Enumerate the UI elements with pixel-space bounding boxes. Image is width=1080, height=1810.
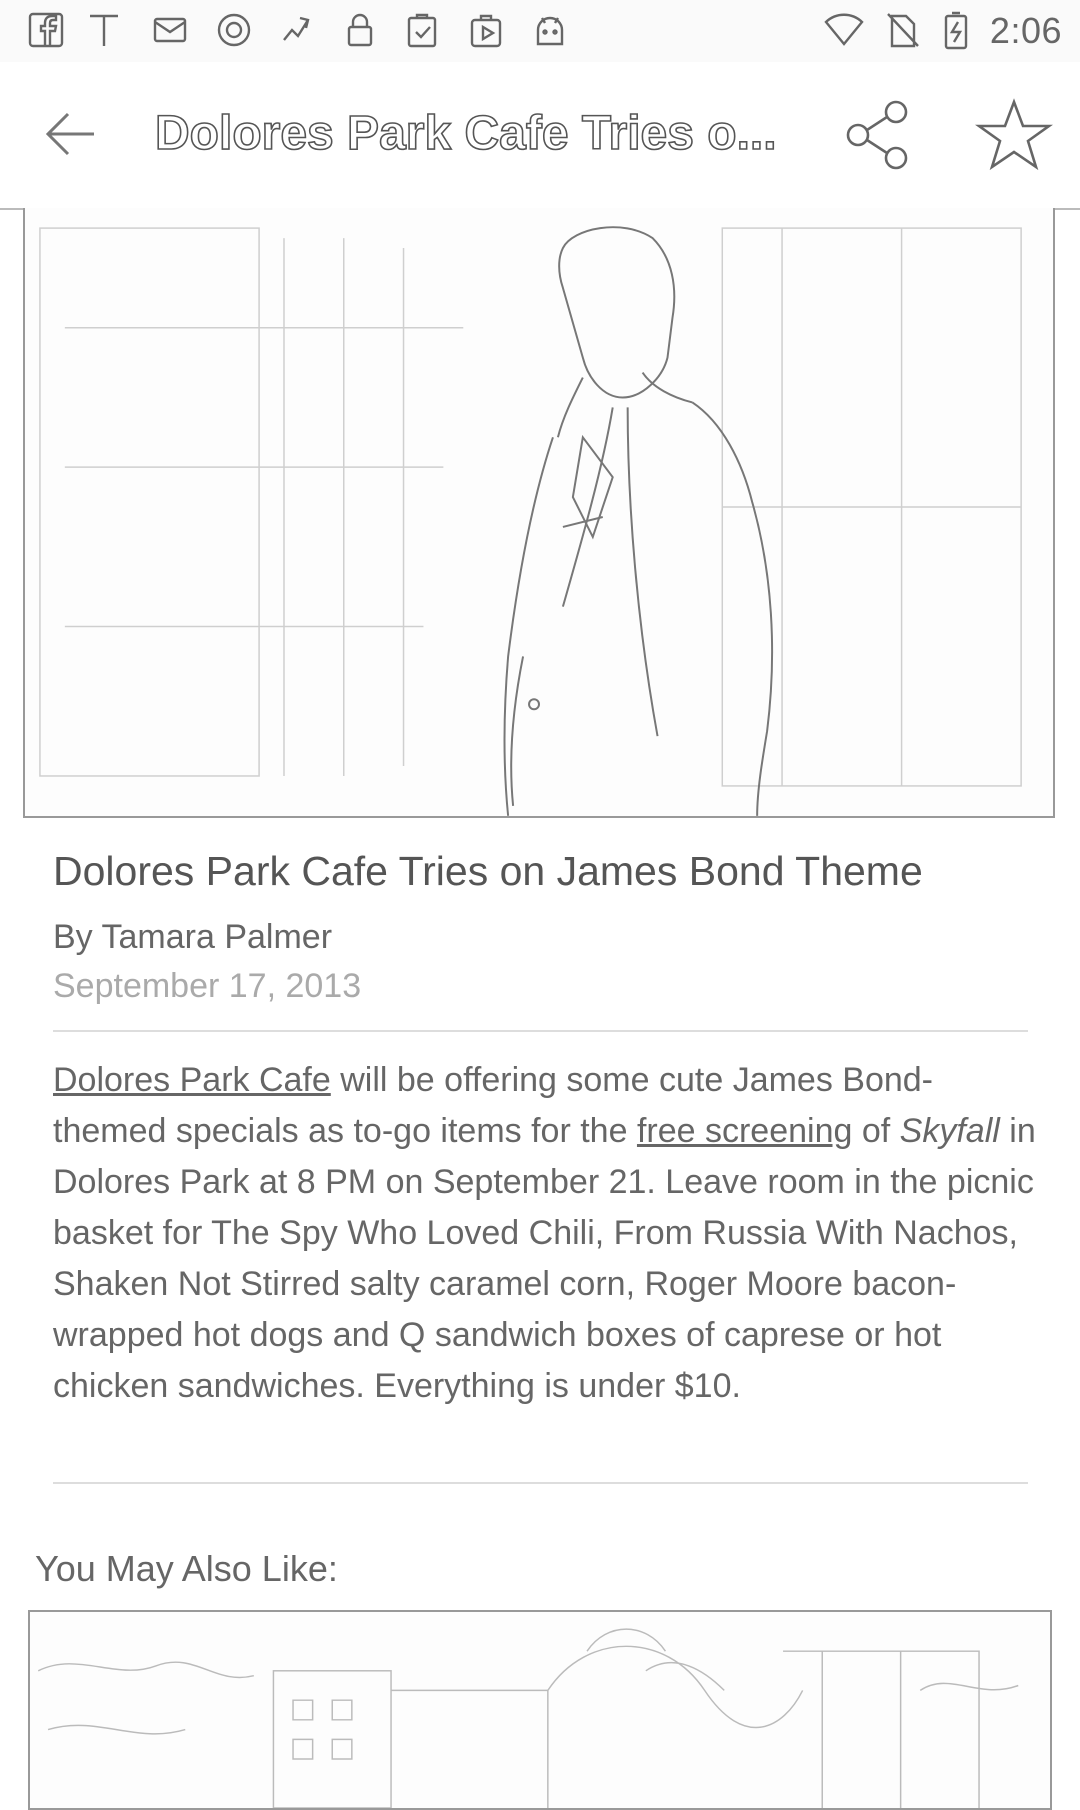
wifi-icon [822, 8, 866, 52]
battery-charging-icon [934, 8, 978, 52]
back-button[interactable] [38, 104, 108, 168]
app-bar: Dolores Park Cafe Tries o... [0, 62, 1080, 210]
article-headline: Dolores Park Cafe Tries on James Bond Th… [53, 848, 923, 894]
related-heading: You May Also Like: [35, 1548, 338, 1589]
record-icon [212, 8, 256, 52]
arrow-back-icon [45, 112, 94, 156]
fan-icon [274, 8, 318, 52]
related-article-image[interactable] [28, 1610, 1052, 1810]
no-sim-icon [880, 8, 924, 52]
android-icon [528, 8, 572, 52]
body-text-segment: of [852, 1112, 900, 1150]
man-in-suit-illustration [39, 226, 1022, 816]
article-byline: By Tamara Palmer [53, 918, 333, 956]
free-screening-link[interactable]: free screening [637, 1112, 852, 1150]
street-scene-illustration [37, 1628, 1019, 1808]
page-title: Dolores Park Cafe Tries o... [155, 106, 777, 161]
share-button[interactable] [840, 96, 920, 176]
play-store-icon [464, 8, 508, 52]
clipboard-check-icon [400, 8, 444, 52]
article-body: Dolores Park Cafe will be offering some … [53, 1055, 1043, 1412]
status-bar: 2:06 [0, 0, 1080, 62]
divider [53, 1030, 1028, 1032]
movie-title: Skyfall [899, 1112, 1000, 1150]
lock-icon [338, 8, 382, 52]
share-icon [846, 100, 908, 170]
facebook-icon [24, 8, 68, 52]
star-outline-icon [974, 98, 1054, 171]
text-icon [82, 8, 126, 52]
favorite-button[interactable] [974, 96, 1055, 176]
body-text-segment: in Dolores Park at 8 PM on September 21.… [53, 1112, 1036, 1405]
divider [53, 1482, 1028, 1484]
article-date: September 17, 2013 [53, 967, 362, 1005]
mail-icon [148, 8, 192, 52]
hero-image[interactable] [23, 208, 1055, 818]
dolores-park-cafe-link[interactable]: Dolores Park Cafe [53, 1061, 331, 1099]
status-time: 2:06 [989, 10, 1062, 51]
